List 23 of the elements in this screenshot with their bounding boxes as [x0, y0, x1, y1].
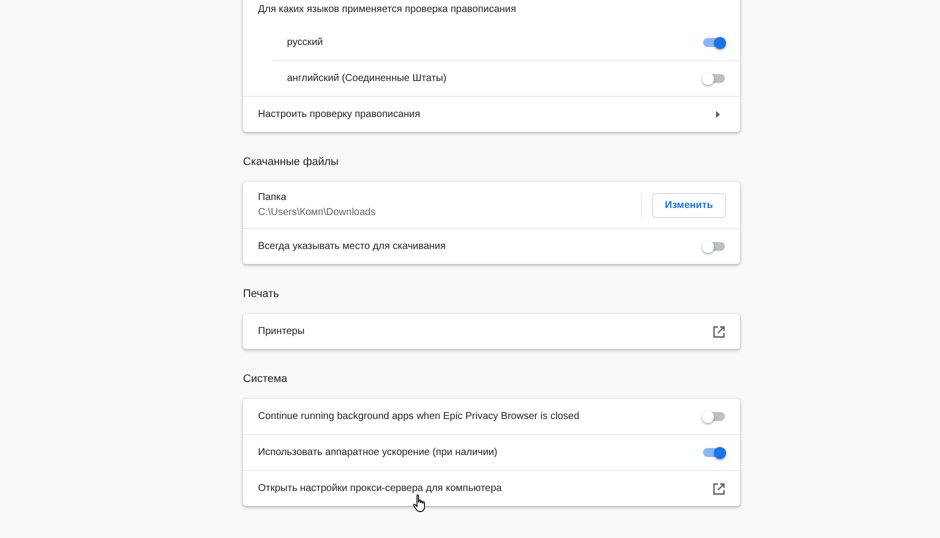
toggle-switch[interactable]	[702, 410, 726, 424]
row-label: английский (Соединенные Штаты)	[287, 73, 448, 84]
toggle-switch[interactable]	[702, 72, 726, 86]
row-label: Continue running background apps when Epic Privacy Browser is closed	[258, 411, 580, 422]
external-link-icon[interactable]	[713, 482, 725, 494]
row-label: Настроить проверку правописания	[258, 109, 422, 120]
row-label: Принтеры	[258, 326, 306, 337]
row-label: Всегда указывать место для скачивания	[258, 241, 447, 252]
section-title: Скачанные файлы	[243, 155, 340, 170]
row-label: Для каких языков применяется проверка правописания	[258, 4, 518, 14]
row-label: Открыть настройки прокси-сервера для компьютера	[258, 483, 503, 494]
row-label: Папка	[258, 192, 288, 203]
external-link-icon[interactable]	[713, 326, 725, 338]
toggle-switch[interactable]	[702, 36, 726, 50]
row-label: Использовать аппаратное ускорение (при наличии)	[258, 447, 498, 458]
section-title: Печать	[243, 287, 280, 302]
toggle-switch[interactable]	[702, 446, 726, 460]
row-label: русский	[287, 37, 324, 48]
change-button[interactable]: Изменить	[652, 192, 726, 218]
folder-path: C:\Users\Комп\Downloads	[258, 207, 377, 218]
caret-icon[interactable]	[716, 111, 720, 118]
toggle-switch[interactable]	[702, 240, 726, 254]
section-title: Система	[243, 372, 288, 387]
